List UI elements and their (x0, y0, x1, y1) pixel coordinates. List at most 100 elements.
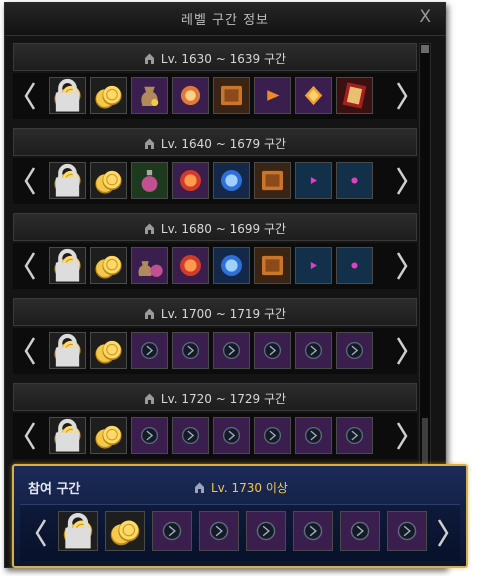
participation-rewards-row (20, 504, 460, 561)
lock-icon (65, 513, 91, 549)
reward-slot[interactable] (336, 332, 373, 369)
section-title: Lv. 1700 ~ 1719 구간 (14, 305, 416, 322)
reward-slot[interactable] (213, 417, 250, 454)
next-arrow-button[interactable] (395, 419, 409, 453)
reward-slot[interactable] (90, 332, 127, 369)
reward-slot[interactable] (131, 247, 168, 284)
scroll-up-button[interactable] (421, 45, 429, 53)
level-section: Lv. 1720 ~ 1729 구간 (13, 383, 417, 461)
reward-slots (49, 417, 373, 454)
prev-arrow-button[interactable] (23, 249, 37, 283)
scrollbar-thumb[interactable] (422, 418, 428, 464)
prev-arrow-button[interactable] (34, 511, 48, 555)
section-title: Lv. 1720 ~ 1729 구간 (14, 390, 416, 407)
section-rewards-row (13, 73, 417, 119)
reward-slot[interactable] (90, 162, 127, 199)
section-range-label: Lv. 1700 ~ 1719 구간 (160, 307, 287, 321)
reward-slot[interactable] (295, 77, 332, 114)
reward-slot[interactable] (336, 247, 373, 284)
reward-slot[interactable] (172, 247, 209, 284)
reward-slot[interactable] (295, 417, 332, 454)
participation-range-text: Lv. 1730 이상 (211, 481, 288, 495)
reward-slot[interactable] (295, 332, 332, 369)
reward-slot[interactable] (340, 511, 380, 551)
participation-panel: 참여 구간 Lv. 1730 이상 (12, 464, 468, 568)
reward-slot[interactable] (254, 77, 291, 114)
section-header: Lv. 1720 ~ 1729 구간 (13, 383, 417, 411)
reward-slot[interactable] (172, 77, 209, 114)
prev-arrow-button[interactable] (23, 164, 37, 198)
close-button[interactable]: X (419, 7, 431, 27)
reward-slot[interactable] (295, 162, 332, 199)
window-title: 레벨 구간 정보 (180, 13, 270, 28)
reward-slot[interactable] (254, 332, 291, 369)
section-title: Lv. 1640 ~ 1679 구간 (14, 135, 416, 152)
reward-slot[interactable] (172, 417, 209, 454)
reward-slot[interactable] (131, 162, 168, 199)
lock-icon (55, 333, 80, 367)
reward-slot[interactable] (90, 77, 127, 114)
reward-slot[interactable] (172, 332, 209, 369)
level-section-list[interactable]: Lv. 1630 ~ 1639 구간 Lv. 1640 ~ 1679 구간 Lv… (13, 43, 417, 467)
section-title: Lv. 1680 ~ 1699 구간 (14, 220, 416, 237)
reward-slot[interactable] (199, 511, 239, 551)
reward-slot[interactable] (387, 511, 427, 551)
prev-arrow-button[interactable] (23, 79, 37, 113)
title-bar: 레벨 구간 정보 X (5, 3, 445, 36)
reward-slot[interactable] (105, 511, 145, 551)
reward-slot[interactable] (90, 417, 127, 454)
reward-slot[interactable] (131, 77, 168, 114)
reward-slot[interactable] (49, 77, 86, 114)
section-range-label: Lv. 1680 ~ 1699 구간 (160, 222, 287, 236)
reward-slot[interactable] (293, 511, 333, 551)
section-rewards-row (13, 413, 417, 459)
helmet-icon (144, 393, 154, 404)
reward-slot[interactable] (254, 162, 291, 199)
next-arrow-button[interactable] (395, 164, 409, 198)
reward-slot[interactable] (49, 162, 86, 199)
reward-slots (49, 162, 373, 199)
lock-icon (55, 78, 80, 112)
prev-arrow-button[interactable] (23, 334, 37, 368)
reward-slot[interactable] (213, 77, 250, 114)
reward-slot[interactable] (254, 417, 291, 454)
reward-slot[interactable] (213, 247, 250, 284)
reward-slot[interactable] (246, 511, 286, 551)
reward-slot[interactable] (213, 332, 250, 369)
reward-slot[interactable] (295, 247, 332, 284)
level-section: Lv. 1640 ~ 1679 구간 (13, 128, 417, 206)
lock-icon (55, 418, 80, 452)
prev-arrow-button[interactable] (23, 419, 37, 453)
reward-slot[interactable] (131, 417, 168, 454)
scrollbar[interactable] (419, 43, 431, 467)
section-header: Lv. 1630 ~ 1639 구간 (13, 43, 417, 71)
reward-slot[interactable] (172, 162, 209, 199)
reward-slot[interactable] (152, 511, 192, 551)
reward-slot[interactable] (336, 417, 373, 454)
reward-slot[interactable] (90, 247, 127, 284)
section-title: Lv. 1630 ~ 1639 구간 (14, 50, 416, 67)
reward-slot[interactable] (131, 332, 168, 369)
reward-slot[interactable] (254, 247, 291, 284)
reward-slot[interactable] (213, 162, 250, 199)
section-range-label: Lv. 1630 ~ 1639 구간 (160, 52, 287, 66)
next-arrow-button[interactable] (436, 511, 450, 555)
reward-slot[interactable] (58, 511, 98, 551)
section-range-label: Lv. 1640 ~ 1679 구간 (160, 137, 287, 151)
reward-slot[interactable] (336, 162, 373, 199)
section-rewards-row (13, 328, 417, 374)
next-arrow-button[interactable] (395, 249, 409, 283)
next-arrow-button[interactable] (395, 334, 409, 368)
reward-slots (49, 332, 373, 369)
next-arrow-button[interactable] (395, 79, 409, 113)
level-section: Lv. 1630 ~ 1639 구간 (13, 43, 417, 121)
reward-slot[interactable] (49, 417, 86, 454)
helmet-icon (144, 138, 154, 149)
section-rewards-row (13, 158, 417, 204)
reward-slot[interactable] (336, 77, 373, 114)
reward-slot[interactable] (49, 332, 86, 369)
level-section: Lv. 1700 ~ 1719 구간 (13, 298, 417, 376)
reward-slot[interactable] (49, 247, 86, 284)
helmet-icon (144, 53, 154, 64)
reward-slots (49, 247, 373, 284)
